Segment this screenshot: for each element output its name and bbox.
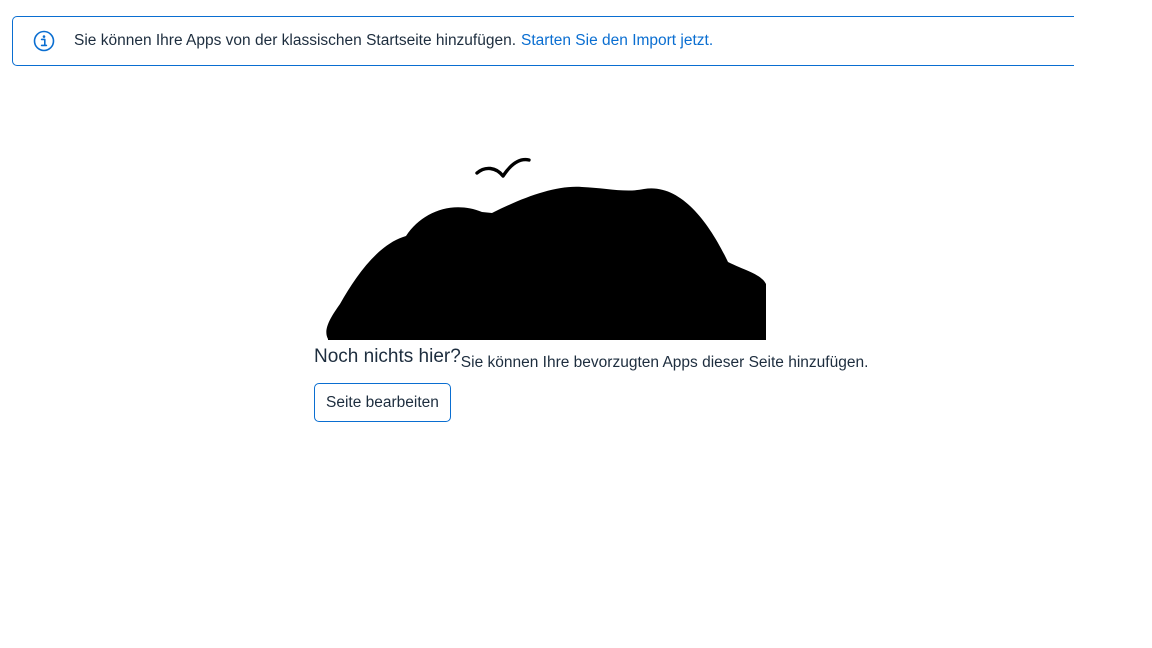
edit-page-button[interactable]: Seite bearbeiten — [314, 383, 451, 422]
empty-page-illustration — [314, 150, 766, 340]
empty-state-description: Sie können Ihre bevorzugten Apps dieser … — [460, 354, 869, 371]
information-icon — [33, 30, 55, 52]
info-message-text: Sie können Ihre Apps von der klassischen… — [74, 32, 517, 49]
bird-icon — [475, 157, 531, 178]
start-import-link[interactable]: Starten Sie den Import jetzt. — [521, 32, 713, 50]
empty-state-message: Noch nichts hier?Sie können Ihre bevorzu… — [314, 346, 869, 371]
empty-state-title: Noch nichts hier? — [314, 346, 461, 367]
island-shape — [326, 186, 766, 340]
info-message-strip: Sie können Ihre Apps von der klassischen… — [12, 16, 1074, 66]
